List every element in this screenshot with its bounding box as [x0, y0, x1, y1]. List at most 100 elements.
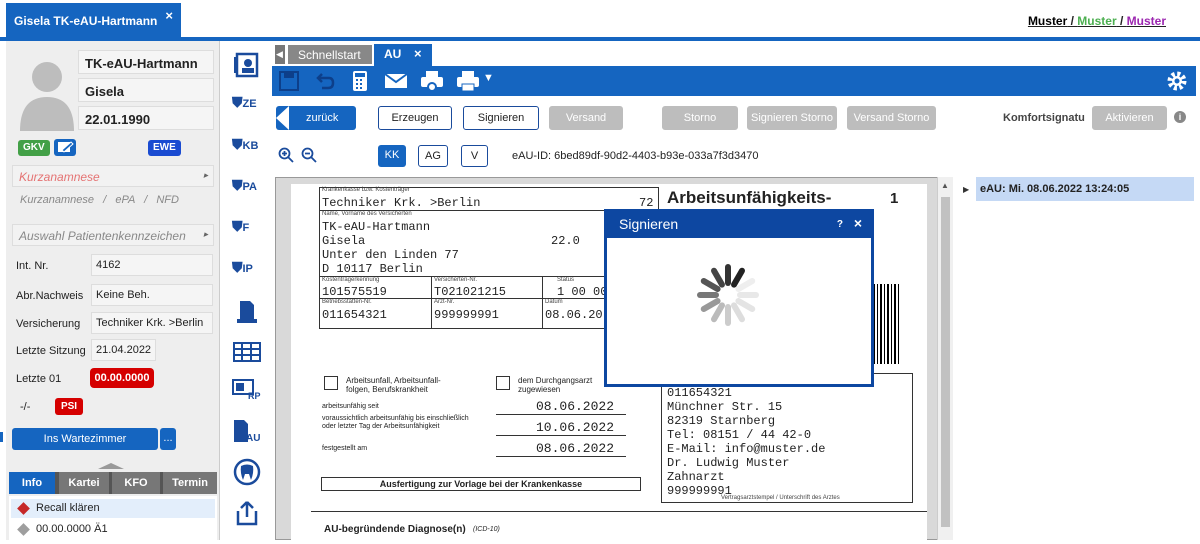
ausfertigung-label: Ausfertigung zur Vorlage bei der Kranken… [321, 477, 641, 491]
datum-value: 08.06.20 [545, 308, 603, 322]
undo-icon[interactable] [314, 70, 336, 92]
back-label: zurück [306, 112, 339, 124]
save-icon[interactable] [278, 70, 300, 92]
festgestellt-label: festgestellt am [322, 445, 368, 452]
kk-toggle[interactable]: KK [378, 145, 406, 167]
v-toggle[interactable]: V [461, 145, 488, 167]
au-label: AU [246, 433, 261, 444]
tab-au[interactable]: AU × [374, 44, 432, 66]
calculator-icon[interactable] [350, 70, 370, 92]
stamp-line: Dr. Ludwig Muster [667, 456, 790, 470]
ze-label: ZE [242, 98, 257, 110]
kk-num: 72 [639, 196, 654, 210]
separator: / [1116, 14, 1127, 28]
aktivieren-button[interactable]: Aktivieren [1092, 106, 1167, 130]
scrollbar[interactable]: ▲ [937, 177, 953, 540]
close-icon[interactable]: × [165, 8, 173, 23]
sublinks[interactable]: Kurzanamnese / ePA / NFD [20, 194, 179, 206]
tab-kfo[interactable]: KFO [112, 472, 160, 494]
muster-link-1[interactable]: Muster [1028, 14, 1067, 28]
tooth-icon[interactable] [232, 458, 262, 486]
list-item[interactable]: Recall klären [11, 499, 215, 518]
patient-panel: TK-eAU-Hartmann Gisela 22.01.1990 GKV EW… [6, 41, 220, 540]
tab-schnellstart[interactable]: Schnellstart [288, 45, 372, 64]
dash-text: -/- [20, 401, 31, 413]
back-button[interactable]: zurück [276, 106, 356, 130]
unfall-checkbox[interactable] [324, 376, 338, 390]
field-label: Int. Nr. [16, 260, 49, 272]
zoom-out-icon[interactable] [301, 147, 317, 163]
stamp-line: Tel: 08151 / 44 42-0 [667, 428, 812, 442]
arrow-left-icon [276, 106, 289, 130]
muster-link-2[interactable]: Muster [1077, 14, 1116, 28]
f-icon[interactable]: ⛊F [232, 218, 262, 246]
help-icon[interactable]: ? [837, 219, 843, 230]
durchgang-checkbox[interactable] [496, 376, 510, 390]
gear-icon[interactable] [1166, 70, 1188, 92]
divider [496, 435, 626, 436]
more-button[interactable]: ... [160, 428, 176, 450]
au-icon[interactable]: AU [232, 419, 262, 447]
close-icon[interactable]: × [854, 215, 862, 231]
scroll-thumb[interactable] [941, 197, 950, 527]
field-label: Abr.Nachweis [16, 290, 84, 302]
scroll-up-icon[interactable]: ▲ [941, 181, 949, 190]
zoom-in-icon[interactable] [278, 147, 294, 163]
vnr-value: T021021215 [434, 285, 507, 299]
list-item[interactable]: 00.00.0000 Ä1 [11, 520, 215, 539]
expand-arrow-icon[interactable]: ▶ [963, 185, 969, 194]
ag-toggle[interactable]: AG [418, 145, 448, 167]
tab-kartei[interactable]: Kartei [59, 472, 109, 494]
main-toolbar: ▼ [272, 66, 1196, 96]
tab-termin[interactable]: Termin [163, 472, 217, 494]
komfortsignatur-label: Komfortsignatu [1003, 112, 1085, 124]
signieren-storno-button[interactable]: Signieren Storno [747, 106, 837, 130]
pa-label: PA [242, 181, 257, 193]
collapse-handle-icon[interactable] [98, 463, 124, 469]
rp-label: RP [248, 391, 261, 401]
wartezimmer-button[interactable]: Ins Wartezimmer [12, 428, 158, 450]
kb-icon[interactable]: ⛊KB [232, 136, 262, 164]
auswahl-patientenkennzeichen[interactable]: Auswahl Patientenkennzeichen ▸ [12, 224, 214, 246]
print-preview-icon[interactable] [420, 70, 444, 92]
erzeugen-button[interactable]: Erzeugen [378, 106, 452, 130]
f-label: F [242, 222, 250, 234]
print-icon[interactable] [456, 70, 480, 92]
diamond-red-icon [17, 502, 30, 515]
tab-scroll-left-icon[interactable]: ◀ [275, 45, 285, 64]
export-icon[interactable] [232, 499, 262, 527]
status-label: Status [557, 277, 575, 283]
table-icon[interactable] [232, 338, 262, 366]
versand-button[interactable]: Versand [549, 106, 623, 130]
document-icon[interactable] [232, 297, 262, 325]
muster-link-3[interactable]: Muster [1127, 14, 1166, 28]
mail-icon[interactable] [384, 72, 408, 90]
signieren-button[interactable]: Signieren [463, 106, 539, 130]
close-icon[interactable]: × [414, 46, 422, 61]
diagnose-label: AU-begründende Diagnose(n) [324, 524, 466, 535]
list-item-label: 00.00.0000 Ä1 [36, 523, 108, 535]
pa-icon[interactable]: ⛊PA [232, 177, 262, 205]
ze-icon[interactable]: ⛊ZE [232, 94, 262, 122]
history-entry[interactable]: eAU: Mi. 08.06.2022 13:24:05 [976, 177, 1194, 201]
card-edit-icon[interactable] [54, 139, 76, 156]
versand-storno-button[interactable]: Versand Storno [847, 106, 936, 130]
storno-button[interactable]: Storno [662, 106, 738, 130]
ip-icon[interactable]: ⛊IP [232, 259, 262, 287]
divider [496, 456, 626, 457]
chevron-down-icon[interactable]: ▼ [483, 72, 494, 84]
icd-label: (ICD-10) [473, 526, 500, 533]
kurzanamnese-field[interactable]: Kurzanamnese ▸ [12, 165, 214, 187]
name-line-1: TK-eAU-Hartmann [322, 220, 431, 234]
muster-links: Muster / Muster / Muster [1028, 14, 1166, 28]
info-icon[interactable]: i [1174, 111, 1186, 123]
patient-card-icon[interactable] [232, 51, 262, 79]
vnr-label: Versicherten-Nr. [434, 277, 478, 283]
patient-tab[interactable]: Gisela TK-eAU-Hartmann × [6, 3, 181, 38]
tab-info[interactable]: Info [9, 472, 55, 494]
gkv-badge: GKV [18, 140, 50, 156]
kk-label: Krankenkasse bzw. Kostenträger [322, 187, 410, 193]
au-seit-label: arbeitsunfähig seit [322, 403, 379, 410]
rp-icon[interactable]: RP [232, 379, 262, 407]
separator: / [1067, 14, 1078, 28]
